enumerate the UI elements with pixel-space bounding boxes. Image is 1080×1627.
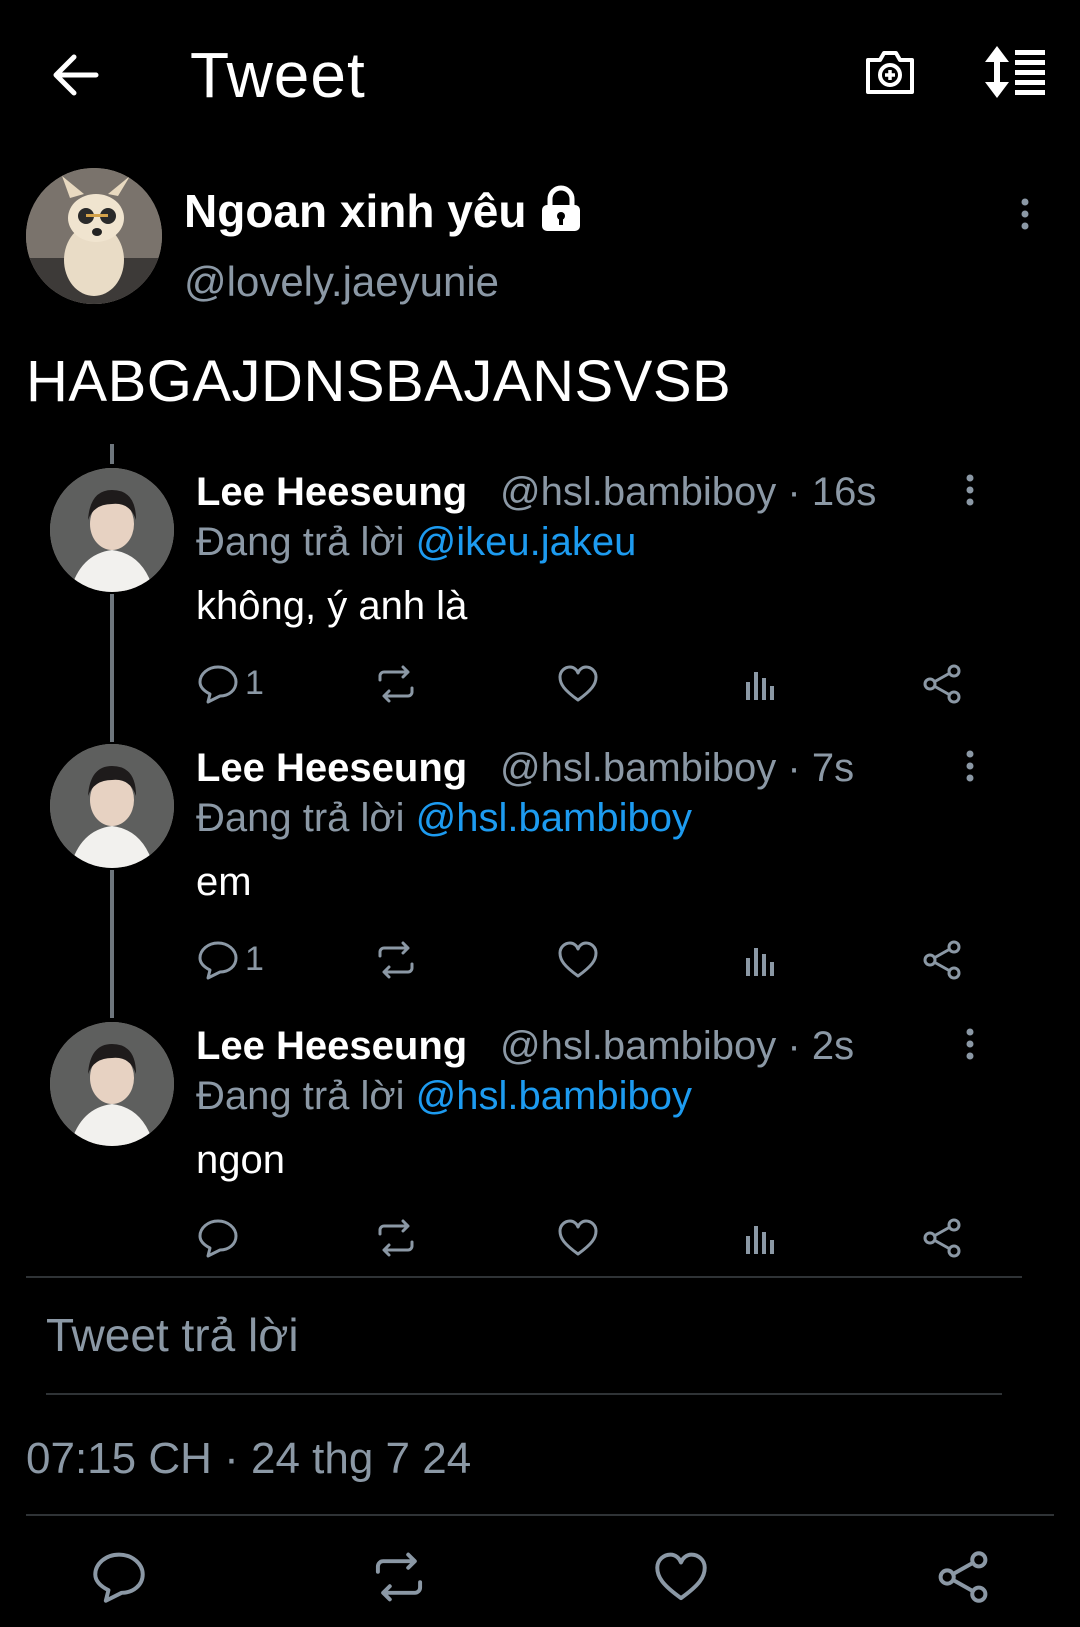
reply-icon[interactable] — [90, 1548, 148, 1606]
reply-display-name[interactable]: Lee Heeseung — [196, 470, 467, 515]
replying-to: Đang trả lời @ikeu.jakeu — [196, 520, 636, 565]
back-arrow-icon[interactable] — [48, 48, 102, 102]
reply-compose-input[interactable]: Tweet trả lời — [46, 1308, 299, 1362]
share-icon[interactable] — [920, 938, 964, 982]
replying-to: Đang trả lời @hsl.bambiboy — [196, 1074, 692, 1119]
like-icon[interactable] — [556, 938, 600, 982]
reply-count: 1 — [245, 940, 264, 978]
avatar[interactable] — [50, 1022, 174, 1146]
page-title: Tweet — [190, 39, 366, 111]
display-name[interactable]: Ngoan xinh yêu — [184, 184, 526, 238]
avatar[interactable] — [26, 168, 162, 304]
retweet-icon[interactable] — [374, 662, 418, 706]
divider — [26, 1276, 1022, 1278]
more-options-icon[interactable] — [958, 472, 982, 512]
replying-prefix: Đang trả lời — [196, 1074, 416, 1118]
share-icon[interactable] — [920, 662, 964, 706]
thread-line — [110, 594, 114, 742]
thread-line — [110, 870, 114, 1018]
sort-list-icon[interactable] — [983, 44, 1049, 100]
like-icon[interactable] — [556, 662, 600, 706]
replying-to: Đang trả lời @hsl.bambiboy — [196, 796, 692, 841]
avatar[interactable] — [50, 468, 174, 592]
tweet-timestamp: 07:15 CH · 24 thg 7 24 — [26, 1434, 472, 1483]
more-options-icon[interactable] — [958, 748, 982, 788]
reply-icon[interactable] — [196, 1216, 240, 1260]
reply-text: ngon — [196, 1138, 285, 1182]
retweet-icon[interactable] — [374, 938, 418, 982]
more-options-icon[interactable] — [958, 1026, 982, 1066]
retweet-icon[interactable] — [370, 1548, 428, 1606]
mention-link[interactable]: @hsl.bambiboy — [416, 1074, 692, 1118]
like-icon[interactable] — [556, 1216, 600, 1260]
replying-prefix: Đang trả lời — [196, 796, 416, 840]
reply-icon[interactable] — [196, 662, 240, 706]
reply-handle-time[interactable]: @hsl.bambiboy · 2s — [500, 1024, 854, 1069]
share-icon[interactable] — [934, 1548, 992, 1606]
compose-underline — [46, 1393, 1002, 1395]
top-bar: Tweet — [0, 0, 1080, 150]
mention-link[interactable]: @ikeu.jakeu — [416, 520, 637, 564]
handle[interactable]: @lovely.jaeyunie — [184, 258, 499, 306]
analytics-icon[interactable] — [738, 938, 782, 982]
camera-plus-icon[interactable] — [862, 44, 918, 100]
more-options-icon[interactable] — [1010, 196, 1040, 236]
reply-handle-time[interactable]: @hsl.bambiboy · 16s — [500, 470, 876, 515]
reply-display-name[interactable]: Lee Heeseung — [196, 1024, 467, 1069]
reply-icon[interactable] — [196, 938, 240, 982]
reply-count: 1 — [245, 664, 264, 702]
lock-icon — [536, 184, 586, 234]
tweet-text: HABGAJDNSBAJANSVSB — [26, 349, 732, 414]
mention-link[interactable]: @hsl.bambiboy — [416, 796, 692, 840]
like-icon[interactable] — [652, 1548, 710, 1606]
reply-text: không, ý anh là — [196, 584, 468, 628]
share-icon[interactable] — [920, 1216, 964, 1260]
retweet-icon[interactable] — [374, 1216, 418, 1260]
analytics-icon[interactable] — [738, 1216, 782, 1260]
thread-line — [110, 444, 114, 464]
reply-display-name[interactable]: Lee Heeseung — [196, 746, 467, 791]
replying-prefix: Đang trả lời — [196, 520, 416, 564]
reply-text: em — [196, 860, 252, 904]
reply-handle-time[interactable]: @hsl.bambiboy · 7s — [500, 746, 854, 791]
avatar[interactable] — [50, 744, 174, 868]
divider — [26, 1514, 1054, 1516]
analytics-icon[interactable] — [738, 662, 782, 706]
